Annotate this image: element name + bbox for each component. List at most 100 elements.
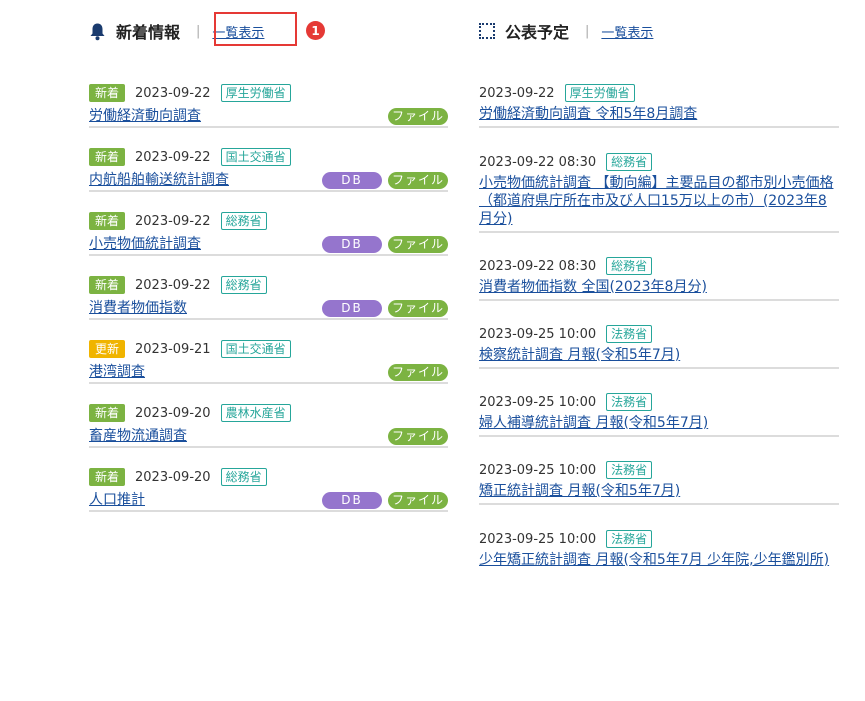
news-item-meta: 更新 2023-09-21 国土交通省 xyxy=(89,340,291,358)
news-item-badges: ファイル xyxy=(388,364,448,381)
db-badge[interactable]: DB xyxy=(322,172,382,189)
file-badge[interactable]: ファイル xyxy=(388,300,448,317)
file-badge[interactable]: ファイル xyxy=(388,172,448,189)
new-tag: 新着 xyxy=(89,212,126,230)
news-item-date: 2023-09-22 xyxy=(135,85,211,101)
news-item-meta: 新着 2023-09-20 農林水産省 xyxy=(89,404,291,422)
ministry-tag: 総務省 xyxy=(220,468,267,486)
news-item-title-link[interactable]: 人口推計 xyxy=(89,489,145,509)
schedule-item-meta: 2023-09-22 08:30 総務省 xyxy=(479,257,653,275)
schedule-item-meta: 2023-09-25 10:00 法務省 xyxy=(479,461,653,479)
schedule-item-date: 2023-09-22 08:30 xyxy=(479,154,597,170)
news-item-date: 2023-09-22 xyxy=(135,149,211,165)
schedule-item-date: 2023-09-25 10:00 xyxy=(479,531,597,547)
ministry-tag: 厚生労働省 xyxy=(220,84,291,102)
update-tag: 更新 xyxy=(89,340,126,358)
new-tag: 新着 xyxy=(89,84,126,102)
bell-icon xyxy=(90,23,105,40)
schedule-item-title-link[interactable]: 少年矯正統計調査 月報(令和5年7月 少年院,少年鑑別所) xyxy=(479,551,839,569)
ministry-tag: 総務省 xyxy=(606,257,653,275)
ministry-tag: 総務省 xyxy=(606,153,653,171)
news-item-date: 2023-09-21 xyxy=(135,341,211,357)
news-item-title-link[interactable]: 消費者物価指数 xyxy=(89,297,187,317)
ministry-tag: 法務省 xyxy=(606,530,653,548)
file-badge[interactable]: ファイル xyxy=(388,492,448,509)
news-item: 新着 2023-09-22 国土交通省内航船舶輸送統計調査 DB ファイル xyxy=(89,148,448,192)
new-tag: 新着 xyxy=(89,276,126,294)
schedule-item-meta: 2023-09-25 10:00 法務省 xyxy=(479,393,653,411)
news-item-date: 2023-09-22 xyxy=(135,277,211,293)
ministry-tag: 法務省 xyxy=(606,393,653,411)
header-separator: | xyxy=(585,23,590,39)
news-item-badges: ファイル xyxy=(388,108,448,125)
news-item-title-link[interactable]: 労働経済動向調査 xyxy=(89,105,201,125)
news-item-meta: 新着 2023-09-20 総務省 xyxy=(89,468,267,486)
news-item-date: 2023-09-20 xyxy=(135,469,211,485)
news-item-meta: 新着 2023-09-22 総務省 xyxy=(89,212,267,230)
new-tag: 新着 xyxy=(89,404,126,422)
schedule-item: 2023-09-22 厚生労働省労働経済動向調査 令和5年8月調査 xyxy=(479,84,839,128)
news-header: 新着情報 | 一覧表示 1 xyxy=(89,12,325,46)
schedule-item-date: 2023-09-25 10:00 xyxy=(479,394,597,410)
db-badge[interactable]: DB xyxy=(322,300,382,317)
schedule-item: 2023-09-25 10:00 法務省少年矯正統計調査 月報(令和5年7月 少年… xyxy=(479,530,839,574)
schedule-item: 2023-09-25 10:00 法務省矯正統計調査 月報(令和5年7月) xyxy=(479,461,839,505)
file-badge[interactable]: ファイル xyxy=(388,108,448,125)
news-item-date: 2023-09-22 xyxy=(135,213,211,229)
schedule-title: 公表予定 xyxy=(505,23,570,42)
ministry-tag: 総務省 xyxy=(220,212,267,230)
new-tag: 新着 xyxy=(89,148,126,166)
ministry-tag: 国土交通省 xyxy=(220,148,291,166)
schedule-item-title-link[interactable]: 小売物価統計調査 【動向編】主要品目の都市別小売価格（都道府県庁所在市及び人口1… xyxy=(479,174,839,228)
news-item: 新着 2023-09-20 総務省人口推計 DB ファイル xyxy=(89,468,448,512)
callout-number-badge: 1 xyxy=(306,21,325,40)
schedule-header: 公表予定 | 一覧表示 xyxy=(479,17,653,45)
schedule-item: 2023-09-25 10:00 法務省婦人補導統計調査 月報(令和5年7月) xyxy=(479,393,839,437)
schedule-item-meta: 2023-09-22 08:30 総務省 xyxy=(479,153,653,171)
schedule-item-meta: 2023-09-25 10:00 法務省 xyxy=(479,530,653,548)
schedule-item-date: 2023-09-25 10:00 xyxy=(479,462,597,478)
news-item-badges: DB ファイル xyxy=(322,492,448,509)
schedule-item-title-link[interactable]: 婦人補導統計調査 月報(令和5年7月) xyxy=(479,414,839,432)
news-item: 新着 2023-09-22 総務省消費者物価指数 DB ファイル xyxy=(89,276,448,320)
schedule-item-title-link[interactable]: 検察統計調査 月報(令和5年7月) xyxy=(479,346,839,364)
news-item: 新着 2023-09-20 農林水産省畜産物流通調査 ファイル xyxy=(89,404,448,448)
schedule-item: 2023-09-22 08:30 総務省小売物価統計調査 【動向編】主要品目の都市… xyxy=(479,153,839,233)
new-tag: 新着 xyxy=(89,468,126,486)
news-item-title-link[interactable]: 港湾調査 xyxy=(89,361,145,381)
schedule-item: 2023-09-22 08:30 総務省消費者物価指数 全国(2023年8月分) xyxy=(479,257,839,301)
schedule-item-meta: 2023-09-22 厚生労働省 xyxy=(479,84,635,102)
db-badge[interactable]: DB xyxy=(322,236,382,253)
ministry-tag: 総務省 xyxy=(220,276,267,294)
news-item-meta: 新着 2023-09-22 国土交通省 xyxy=(89,148,291,166)
schedule-item-date: 2023-09-25 10:00 xyxy=(479,326,597,342)
news-item: 新着 2023-09-22 厚生労働省労働経済動向調査 ファイル xyxy=(89,84,448,128)
news-item-title-link[interactable]: 小売物価統計調査 xyxy=(89,233,201,253)
news-item-meta: 新着 2023-09-22 総務省 xyxy=(89,276,267,294)
ministry-tag: 法務省 xyxy=(606,461,653,479)
schedule-item-date: 2023-09-22 xyxy=(479,85,555,101)
header-separator: | xyxy=(196,23,201,39)
news-item-title-link[interactable]: 内航船舶輸送統計調査 xyxy=(89,169,229,189)
news-item-badges: DB ファイル xyxy=(322,300,448,317)
ministry-tag: 国土交通省 xyxy=(220,340,291,358)
schedule-item-title-link[interactable]: 消費者物価指数 全国(2023年8月分) xyxy=(479,278,839,296)
schedule-item-meta: 2023-09-25 10:00 法務省 xyxy=(479,325,653,343)
file-badge[interactable]: ファイル xyxy=(388,428,448,445)
ministry-tag: 農林水産省 xyxy=(220,404,291,422)
news-item-badges: ファイル xyxy=(388,428,448,445)
news-item-date: 2023-09-20 xyxy=(135,405,211,421)
schedule-list-link[interactable]: 一覧表示 xyxy=(601,22,653,41)
db-badge[interactable]: DB xyxy=(322,492,382,509)
news-title: 新着情報 xyxy=(116,23,181,42)
file-badge[interactable]: ファイル xyxy=(388,364,448,381)
schedule-item: 2023-09-25 10:00 法務省検察統計調査 月報(令和5年7月) xyxy=(479,325,839,369)
news-item-title-link[interactable]: 畜産物流通調査 xyxy=(89,425,187,445)
news-item-meta: 新着 2023-09-22 厚生労働省 xyxy=(89,84,291,102)
ministry-tag: 法務省 xyxy=(606,325,653,343)
news-item-badges: DB ファイル xyxy=(322,236,448,253)
schedule-item-title-link[interactable]: 労働経済動向調査 令和5年8月調査 xyxy=(479,105,839,123)
news-item-badges: DB ファイル xyxy=(322,172,448,189)
schedule-item-title-link[interactable]: 矯正統計調査 月報(令和5年7月) xyxy=(479,482,839,500)
file-badge[interactable]: ファイル xyxy=(388,236,448,253)
